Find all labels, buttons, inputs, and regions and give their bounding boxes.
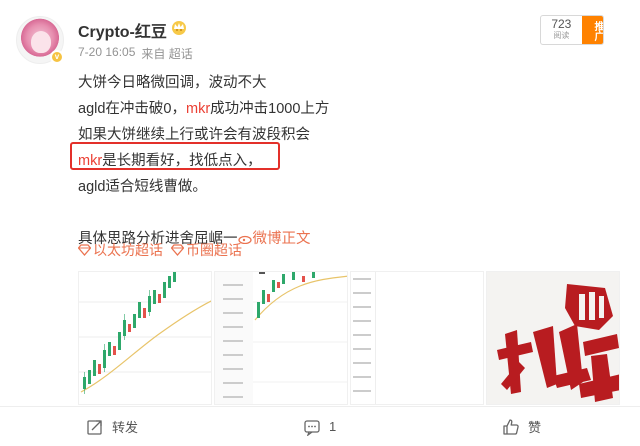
share-button[interactable]: 转发	[86, 417, 138, 436]
mkr-keyword: mkr	[185, 101, 211, 117]
post-line: agld在冲击破0，mkr成功冲击1000上方	[78, 101, 330, 117]
post-line: agld适合短线曹做。	[78, 179, 207, 195]
calligraphy-thumb[interactable]	[486, 271, 620, 405]
post-line: 大饼今日略微回调，波动不大	[78, 75, 267, 91]
like-button[interactable]: 赞	[502, 417, 541, 436]
highlight-box	[70, 142, 280, 170]
promote-button[interactable]: 推广	[581, 16, 603, 44]
topic-link[interactable]: 以太坊超话	[78, 240, 163, 260]
like-label: 赞	[528, 420, 542, 435]
diamond-icon	[171, 244, 184, 256]
share-icon	[87, 419, 102, 435]
share-label: 转发	[112, 420, 139, 435]
crown-icon	[172, 21, 186, 35]
post-date[interactable]: 7-20 16:05	[78, 45, 135, 62]
post-line	[78, 200, 329, 226]
price-axis-thumb[interactable]	[350, 271, 484, 405]
post-source: 来自 超话	[141, 47, 193, 61]
topic-link[interactable]: 币圈超话	[171, 240, 242, 260]
read-count-label: 阅读	[553, 31, 570, 40]
comment-count: 1	[329, 419, 337, 434]
post-meta: 7-20 16:05 来自 超话	[78, 45, 193, 62]
comment-icon	[304, 419, 320, 436]
diamond-icon	[78, 244, 91, 256]
full-text-link[interactable]: 微博正文	[237, 231, 311, 247]
user-name[interactable]: Crypto-红豆	[78, 18, 167, 42]
candlestick-chart-thumb[interactable]	[78, 271, 212, 405]
thumbs-up-icon	[503, 418, 519, 435]
read-count: 723	[551, 17, 572, 31]
price-chart-thumb[interactable]	[214, 271, 348, 405]
image-grid	[78, 271, 620, 405]
comment-button[interactable]: 1	[303, 418, 336, 436]
verified-badge-icon: v	[50, 50, 64, 64]
action-bar: 转发 1 赞	[0, 407, 640, 446]
read-count-box: 723 阅读 推广	[540, 15, 604, 45]
topic-list: 以太坊超话 币圈超话	[78, 240, 242, 260]
